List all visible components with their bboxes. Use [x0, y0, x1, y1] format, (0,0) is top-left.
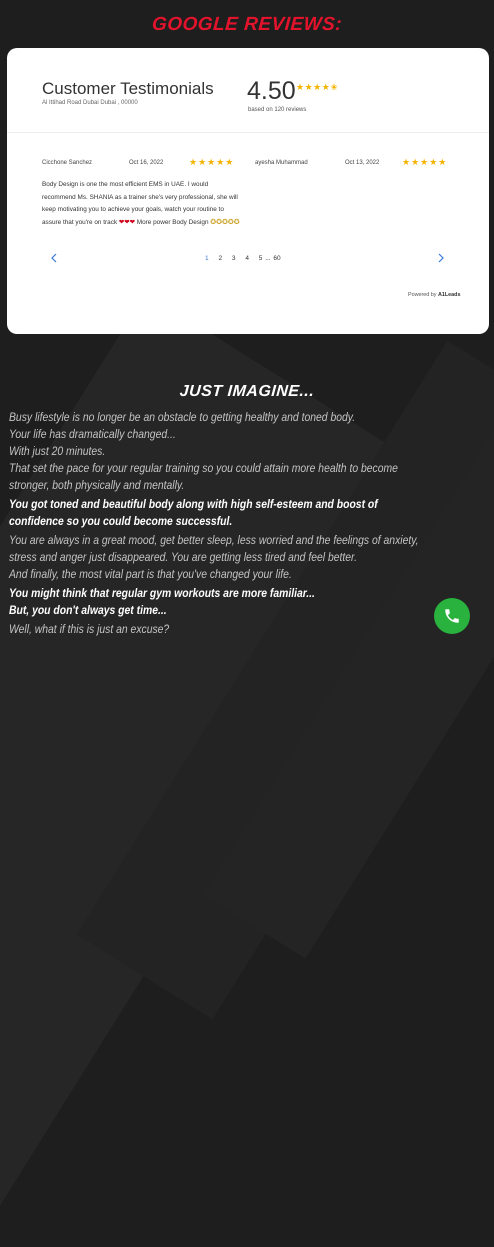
business-address: Al Ittihad Road Dubai Dubai , 00000 [42, 100, 138, 106]
review-stars-icon: ★★★★★ [402, 157, 448, 167]
page-link-1[interactable]: 1 [205, 255, 209, 262]
hearts-icon: ❤❤❤ [118, 218, 135, 226]
chevron-left-icon[interactable] [50, 252, 58, 266]
google-reviews-heading: GOOGLE REVIEWS: [151, 14, 343, 35]
paragraph: You are always in a great mood, get bett… [9, 533, 419, 564]
powered-by-label: Powered by [408, 292, 437, 298]
average-rating: 4.50 [247, 77, 296, 105]
powered-by-brand-link[interactable]: A1Leads [438, 292, 460, 298]
page-link-3[interactable]: 3 [232, 255, 236, 262]
highlight-paragraph: You got toned and beautiful body along w… [9, 497, 378, 528]
highlight-paragraph: You might think that regular gym workout… [9, 586, 315, 600]
chevron-right-icon[interactable] [437, 252, 445, 266]
page-link-2[interactable]: 2 [218, 255, 222, 262]
widget-title: Customer Testimonials [42, 79, 214, 98]
paragraph: Well, what if this is just an excuse? [9, 622, 170, 636]
review-text: Body Design is one the most efficient EM… [42, 179, 242, 229]
intro-copy: Busy lifestyle is no longer be an obstac… [9, 409, 419, 638]
paragraph: That set the pace for your regular train… [9, 461, 398, 492]
review-date: Oct 13, 2022 [345, 160, 380, 166]
just-imagine-heading: JUST IMAGINE... [179, 383, 315, 400]
pagination-ellipsis: ... [265, 255, 271, 262]
paragraph: Your life has dramatically changed... [9, 427, 176, 441]
paragraph: With just 20 minutes. [9, 444, 106, 458]
powered-by: Powered by A1Leads [408, 292, 460, 298]
page-link-5[interactable]: 5 [259, 255, 263, 262]
highlight-paragraph: But, you don't always get time... [9, 603, 167, 617]
review-count: based on 120 reviews [248, 107, 307, 113]
review-body-tail: power Body Design [153, 218, 209, 226]
reviews-widget: Customer Testimonials Al Ittihad Road Du… [7, 48, 489, 334]
more-link[interactable]: More [137, 219, 152, 226]
page-link-last[interactable]: 60 [273, 255, 280, 262]
emoji-stars-icon: ✪✪✪✪✪ [210, 218, 240, 226]
reviewer-name: Cicchone Sanchez [42, 160, 93, 166]
reviewer-name: ayesha Muhammad [255, 160, 308, 166]
review-stars-icon: ★★★★★ [189, 157, 235, 167]
call-button[interactable] [434, 598, 470, 634]
review-date: Oct 16, 2022 [129, 160, 164, 166]
rating-stars-icon: ★★★★✬ [296, 82, 339, 92]
pagination: 1 2 3 4 5 ... 60 [205, 255, 289, 262]
paragraph: Busy lifestyle is no longer be an obstac… [9, 410, 356, 424]
phone-icon [445, 609, 459, 623]
divider [7, 132, 489, 133]
paragraph: And finally, the most vital part is that… [9, 567, 292, 581]
page-link-4[interactable]: 4 [245, 255, 249, 262]
